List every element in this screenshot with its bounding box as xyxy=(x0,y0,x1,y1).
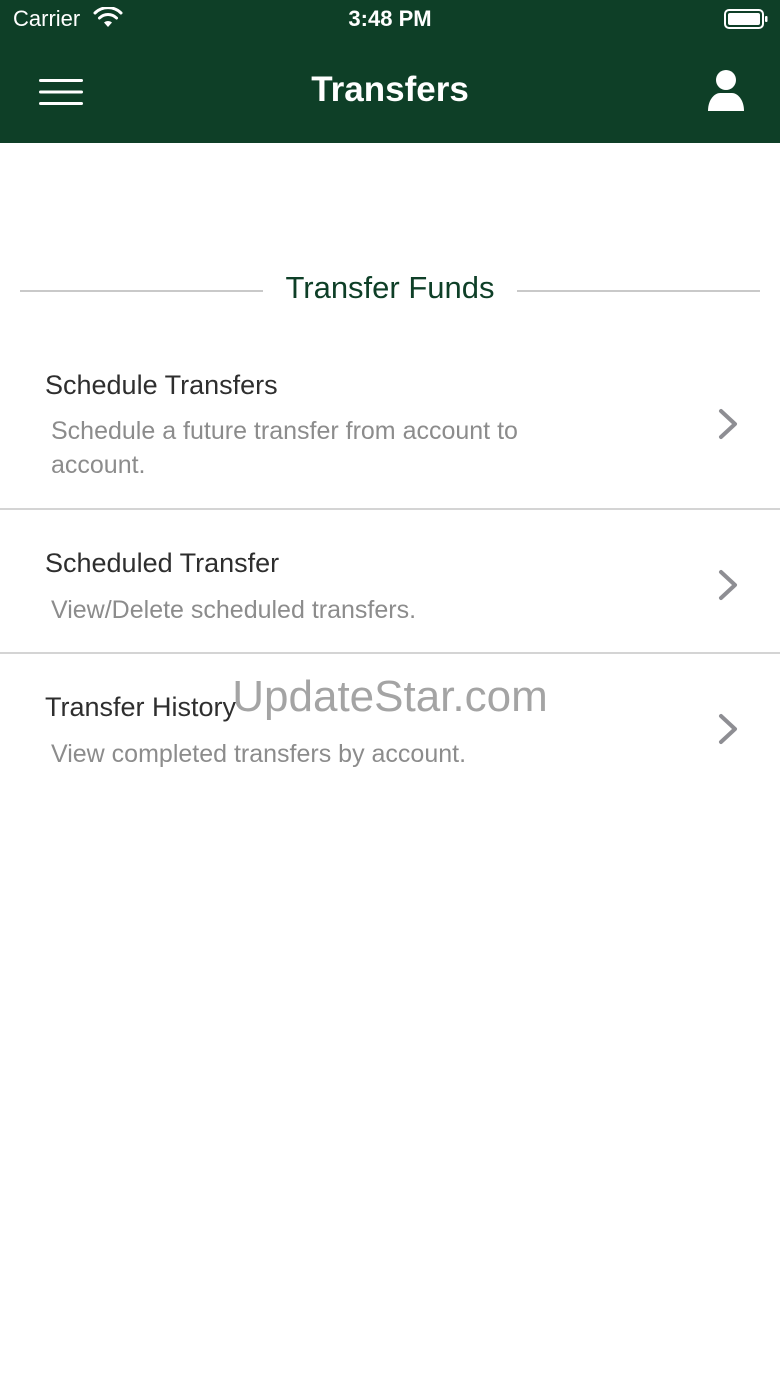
list-item-description: Schedule a future transfer from account … xyxy=(51,417,518,479)
chevron-right-icon xyxy=(719,409,737,439)
section-title: Transfer Funds xyxy=(285,270,495,305)
list-item-title: Transfer History xyxy=(45,692,237,722)
transfers-screen: Carrier 3:48 PM Transfers Transfer Funds… xyxy=(0,0,780,1387)
section-header: Transfer Funds xyxy=(0,268,780,314)
list-item-description: View/Delete scheduled transfers. xyxy=(51,596,417,624)
battery-icon xyxy=(724,9,768,29)
chevron-right-icon xyxy=(719,570,737,600)
status-bar: Carrier 3:48 PM xyxy=(0,0,780,40)
list-item-scheduled-transfer[interactable]: Scheduled Transfer View/Delete scheduled… xyxy=(0,510,780,652)
app-header: Carrier 3:48 PM Transfers xyxy=(0,0,780,143)
status-time: 3:48 PM xyxy=(348,6,432,31)
user-icon[interactable] xyxy=(706,69,746,113)
list-item-description: View completed transfers by account. xyxy=(51,740,467,768)
list-item-title: Schedule Transfers xyxy=(45,370,278,400)
section-divider-right xyxy=(517,290,760,292)
list-item-transfer-history[interactable]: Transfer History View completed transfer… xyxy=(0,654,780,794)
chevron-right-icon xyxy=(719,714,737,744)
page-title: Transfers xyxy=(311,70,469,109)
list-item-title: Scheduled Transfer xyxy=(45,548,280,578)
list-item-schedule-transfers[interactable]: Schedule Transfers Schedule a future tra… xyxy=(0,348,780,508)
